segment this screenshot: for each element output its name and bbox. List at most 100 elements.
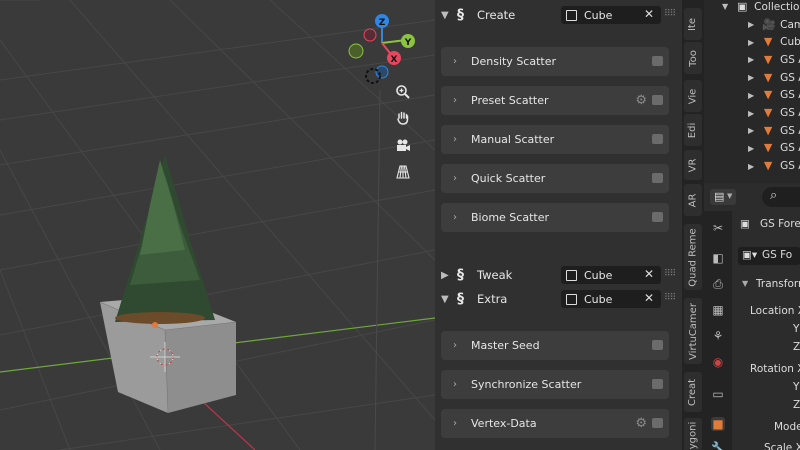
gizmo-x-label: X bbox=[391, 55, 398, 65]
chevron-right-icon[interactable]: ▶ bbox=[748, 38, 754, 47]
outliner-collection-row[interactable]: ▼ ▣ Collectio bbox=[722, 0, 800, 15]
tab-label: AR bbox=[687, 193, 699, 207]
extra-label: Extra bbox=[477, 292, 508, 306]
cube-object-icon bbox=[566, 293, 577, 305]
subpanel-vertex-data[interactable]: › Vertex-Data ⚙ bbox=[441, 409, 669, 438]
3d-viewport[interactable]: Z Y X bbox=[0, 0, 435, 450]
info-icon[interactable] bbox=[652, 56, 663, 66]
output-icon[interactable]: ⎙ bbox=[711, 277, 725, 291]
extra-object-field[interactable]: Cube ✕ bbox=[561, 290, 661, 308]
location-y-label: Y bbox=[793, 323, 800, 335]
chevron-right-icon[interactable]: ▶ bbox=[748, 144, 754, 153]
outliner-item[interactable]: ▶ ▼ GS A bbox=[748, 105, 800, 122]
tab-virtucamer[interactable]: VirtuCamer bbox=[684, 298, 702, 364]
subpanel-manual-scatter[interactable]: › Manual Scatter bbox=[441, 125, 669, 154]
gear-icon[interactable]: ⚙ bbox=[635, 416, 647, 431]
info-icon[interactable] bbox=[652, 173, 663, 183]
scene-icon[interactable]: ⚘ bbox=[711, 329, 725, 343]
info-icon[interactable] bbox=[652, 418, 663, 428]
subpanel-synchronize-scatter[interactable]: › Synchronize Scatter bbox=[441, 370, 669, 399]
chevron-right-icon[interactable]: ▶ bbox=[748, 20, 754, 29]
tool-icon[interactable]: ✂ bbox=[711, 221, 725, 235]
tab-ar[interactable]: AR bbox=[684, 184, 702, 216]
tweak-label: Tweak bbox=[477, 268, 513, 282]
subpanel-density-scatter[interactable]: › Density Scatter bbox=[441, 47, 669, 76]
chevron-right-icon[interactable]: ▶ bbox=[748, 162, 754, 171]
outliner-item[interactable]: ▶ ▼ Cube bbox=[748, 34, 800, 51]
render-icon[interactable]: ◧ bbox=[711, 251, 725, 265]
gear-icon[interactable]: ⚙ bbox=[635, 93, 647, 108]
chevron-right-icon: › bbox=[453, 134, 457, 145]
editor-type-dropdown[interactable]: ▤ ▼ bbox=[710, 189, 736, 205]
zoom-button[interactable] bbox=[395, 84, 419, 108]
tab-vr[interactable]: VR bbox=[684, 150, 702, 180]
info-icon[interactable] bbox=[652, 134, 663, 144]
outliner-item-label: GS A bbox=[780, 107, 800, 119]
subpanel-quick-scatter[interactable]: › Quick Scatter bbox=[441, 164, 669, 193]
outliner-item[interactable]: ▶ ▼ GS A bbox=[748, 69, 800, 86]
tab-ite[interactable]: Ite bbox=[684, 8, 702, 40]
chevron-down-icon[interactable]: ▼ bbox=[742, 279, 748, 288]
drag-handle-icon[interactable]: ⠿⠿ bbox=[664, 293, 676, 303]
subpanel-biome-scatter[interactable]: › Biome Scatter bbox=[441, 203, 669, 232]
chevron-down-icon: ▼ bbox=[441, 293, 449, 305]
outliner-item[interactable]: ▶ ▼ GS A bbox=[748, 122, 800, 139]
create-object-field[interactable]: Cube ✕ bbox=[561, 6, 661, 24]
tab-label: Ite bbox=[687, 17, 699, 31]
chevron-right-icon: › bbox=[453, 340, 457, 351]
info-icon[interactable] bbox=[652, 95, 663, 105]
tab-too[interactable]: Too bbox=[684, 42, 702, 74]
drag-handle-icon[interactable]: ⠿⠿ bbox=[664, 269, 676, 279]
properties-search-input[interactable]: ⌕ bbox=[762, 187, 800, 207]
subpanel-preset-scatter[interactable]: › Preset Scatter ⚙ bbox=[441, 86, 669, 115]
tab-edi[interactable]: Edi bbox=[684, 114, 702, 146]
tab-creat[interactable]: Creat bbox=[684, 372, 702, 412]
close-icon[interactable]: ✕ bbox=[644, 7, 654, 21]
outliner-item[interactable]: ▶ ▼ GS A bbox=[748, 158, 800, 175]
transform-panel-label[interactable]: Transforn bbox=[756, 278, 800, 290]
close-icon[interactable]: ✕ bbox=[644, 267, 654, 281]
outliner-item[interactable]: ▶ ▼ GS A bbox=[748, 87, 800, 104]
tab-quad-reme[interactable]: Quad Reme bbox=[684, 224, 702, 290]
pan-button[interactable] bbox=[395, 110, 419, 134]
mesh-icon: ▼ bbox=[763, 159, 773, 173]
chevron-right-icon[interactable]: ▶ bbox=[748, 109, 754, 118]
object-datablock-name: GS Fo bbox=[762, 249, 793, 261]
tab-label: Edi bbox=[687, 122, 699, 138]
camera-view-button[interactable] bbox=[395, 137, 419, 161]
collection-icon[interactable]: ▭ bbox=[711, 387, 725, 401]
world-icon[interactable]: ◉ bbox=[711, 355, 725, 369]
modifier-wrench-icon[interactable]: 🔧 bbox=[711, 441, 726, 450]
outliner-item[interactable]: ▶ ▼ GS A bbox=[748, 140, 800, 157]
tab-vie[interactable]: Vie bbox=[684, 80, 702, 112]
subpanel-master-seed[interactable]: › Master Seed bbox=[441, 331, 669, 360]
outliner-item-label: Cube bbox=[780, 36, 800, 49]
chevron-right-icon[interactable]: ▶ bbox=[748, 91, 754, 100]
chevron-right-icon: ▶ bbox=[441, 269, 449, 281]
chevron-right-icon[interactable]: ▶ bbox=[748, 126, 754, 135]
chevron-right-icon: › bbox=[453, 95, 457, 106]
properties-editor-icon: ▤ bbox=[714, 190, 725, 203]
object-properties-icon[interactable]: ■ bbox=[711, 417, 725, 431]
close-icon[interactable]: ✕ bbox=[644, 291, 654, 305]
tab-ygoni[interactable]: ygoni bbox=[684, 418, 702, 450]
outliner-item[interactable]: ▶ ▼ GS A bbox=[748, 51, 800, 68]
tweak-object-field[interactable]: Cube ✕ bbox=[561, 266, 661, 284]
chevron-right-icon[interactable]: ▶ bbox=[748, 55, 754, 64]
object-datablock-field[interactable]: ▣▾ GS Fo bbox=[738, 247, 800, 265]
perspective-toggle-button[interactable] bbox=[395, 164, 419, 188]
outliner-item[interactable]: ▶ 🎥 Cam bbox=[748, 16, 800, 33]
subpanel-label: Biome Scatter bbox=[471, 211, 549, 224]
tab-label: ygoni bbox=[687, 421, 699, 449]
info-icon[interactable] bbox=[652, 212, 663, 222]
mesh-icon: ▼ bbox=[763, 106, 773, 119]
grid-perspective-icon bbox=[396, 165, 410, 179]
drag-handle-icon[interactable]: ⠿⠿ bbox=[664, 9, 676, 19]
chevron-right-icon[interactable]: ▶ bbox=[748, 73, 754, 82]
view-layer-icon[interactable]: ▦ bbox=[711, 303, 725, 317]
info-icon[interactable] bbox=[652, 379, 663, 389]
outliner-item-label: GS A bbox=[780, 142, 800, 155]
tweak-object-value: Cube bbox=[584, 268, 613, 282]
tab-label: Too bbox=[687, 49, 699, 67]
info-icon[interactable] bbox=[652, 340, 663, 350]
